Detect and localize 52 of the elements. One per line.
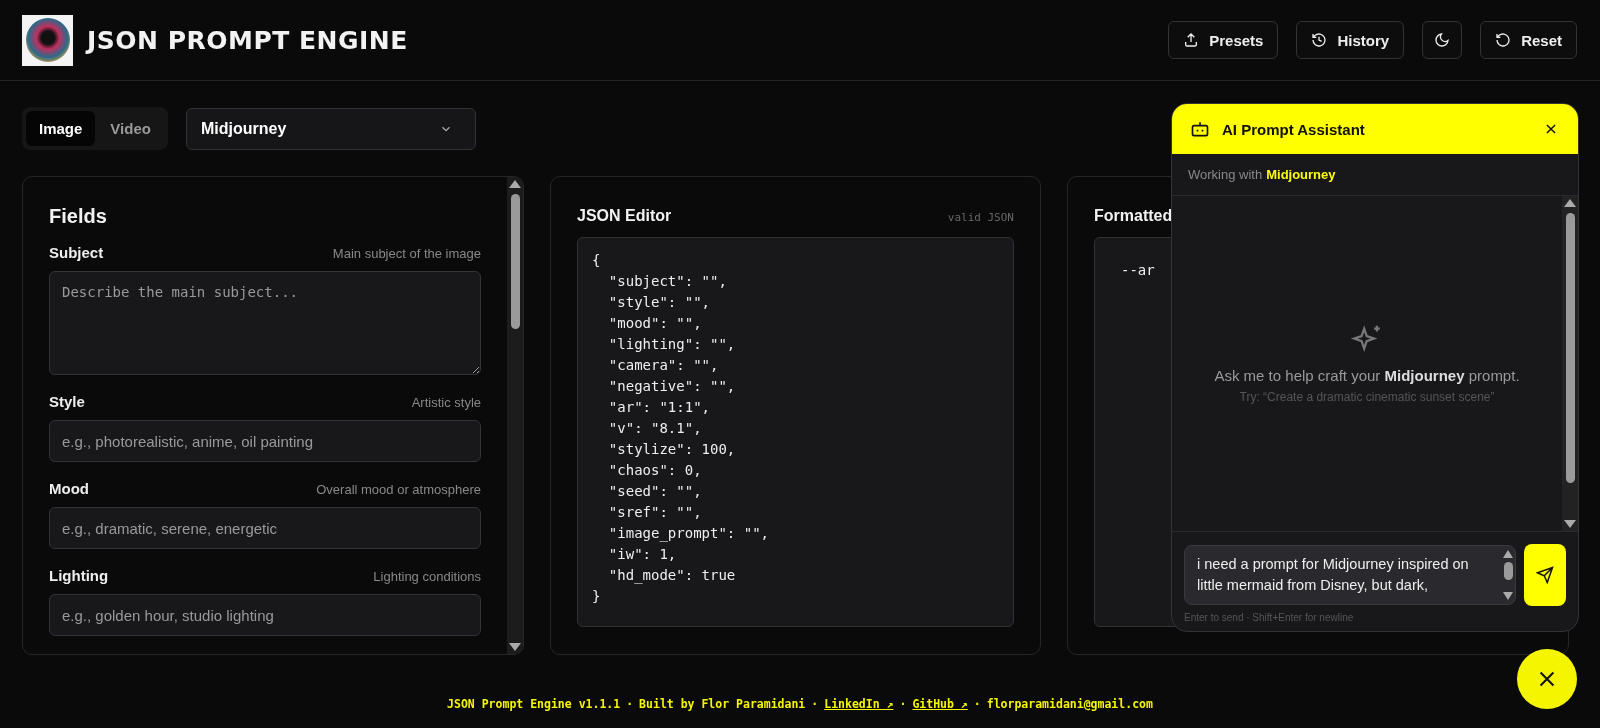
validation-status: valid JSON (947, 211, 1014, 224)
separator-dot: · (899, 697, 907, 711)
close-chat-button[interactable] (1517, 649, 1577, 709)
app-title: JSON PROMPT ENGINE (87, 25, 408, 55)
field-label: Lighting (49, 567, 109, 584)
upload-icon (1183, 32, 1200, 48)
footer-text: Built by Flor Paramidani (639, 697, 806, 711)
panel-title: JSON Editor (577, 207, 672, 225)
separator-dot: · (811, 697, 819, 711)
reset-button[interactable]: Reset (1480, 21, 1577, 59)
field-hint: Overall mood or atmosphere (316, 482, 481, 497)
panel-title: Formatted (1094, 207, 1173, 225)
scrollbar[interactable] (1562, 196, 1578, 531)
scrollbar[interactable] (507, 177, 523, 654)
theme-toggle-button[interactable] (1422, 21, 1463, 59)
json-editor-field[interactable]: { "subject": "", "style": "", "mood": "", "lighting": "", "camera": "", "negative": "", "ar": "1:1", "v": "8.1", "stylize": 100, "chaos": 0, "seed": "", "sref": "", "image_prompt": "", "iw": 1, "hd_mode": true } (577, 237, 1014, 627)
logo-image (22, 14, 73, 66)
text-field[interactable]: e.g., photorealistic, anime, oil painting (49, 420, 481, 462)
history-icon (1311, 32, 1328, 48)
footer-link[interactable]: GitHub ↗ (912, 697, 968, 711)
send-button[interactable] (1524, 544, 1566, 606)
footer-link[interactable]: LinkedIn ↗ (824, 697, 894, 711)
field-label: Mood (49, 480, 89, 497)
suggestion-text: Try: “Create a dramatic cinematic sunset scene” (1239, 390, 1495, 404)
context-label: Working with (1188, 167, 1263, 182)
empty-state-message: Ask me to help craft your Midjourney prompt. (1214, 367, 1520, 384)
mode-tab[interactable]: Video (97, 111, 164, 146)
model-dropdown[interactable]: Midjourney (185, 107, 476, 150)
text-field[interactable]: e.g., golden hour, studio lighting (49, 594, 481, 636)
send-icon (1536, 566, 1554, 584)
mode-tab[interactable]: Image (26, 111, 96, 146)
footer-text: florparamidani@gmail.com (986, 697, 1153, 711)
panel-title: Fields (49, 205, 108, 228)
close-icon (1544, 122, 1558, 136)
separator-dot: · (973, 697, 981, 711)
separator-dot: · (626, 697, 634, 711)
history-button[interactable]: History (1296, 21, 1405, 59)
field-hint: Artistic style (411, 395, 481, 410)
text-field[interactable]: e.g., dramatic, serene, energetic (49, 507, 481, 549)
robot-icon (1190, 119, 1210, 139)
footer-text: JSON Prompt Engine v1.1.1 (447, 697, 621, 711)
field-label: Style (49, 393, 85, 410)
assistant-title: AI Prompt Assistant (1222, 120, 1366, 138)
field-hint: Main subject of the image (332, 246, 481, 261)
field-hint: Lighting conditions (373, 569, 481, 584)
presets-button[interactable]: Presets (1168, 21, 1279, 59)
reset-icon (1495, 32, 1512, 48)
message-field[interactable]: i need a prompt for Midjourney inspired on little mermaid from Disney, but dark, (1184, 545, 1516, 605)
moon-icon (1434, 32, 1451, 48)
subject-field[interactable]: Describe the main subject... (49, 271, 481, 375)
field-label: Subject (49, 244, 104, 261)
context-model: Midjourney (1266, 167, 1336, 182)
